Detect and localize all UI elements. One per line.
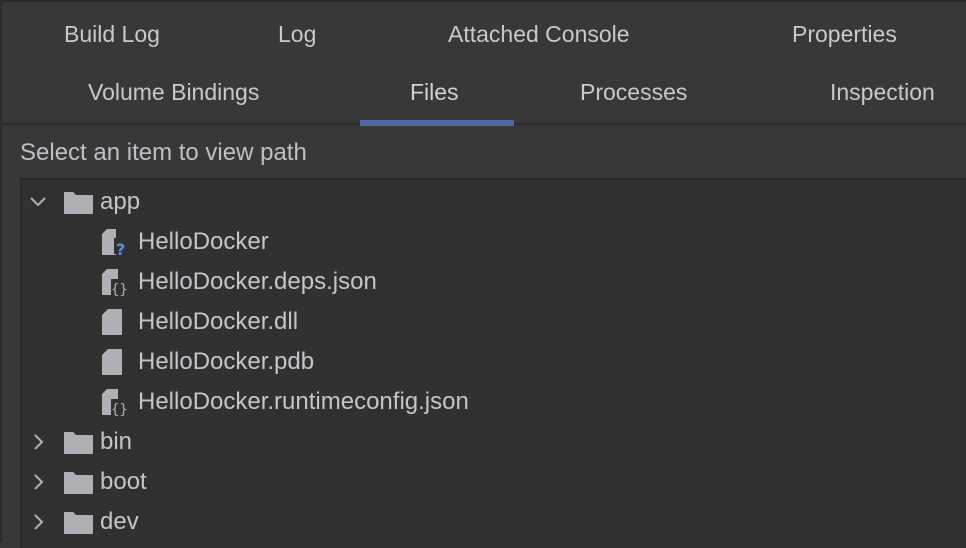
svg-text:?: ? xyxy=(116,240,125,256)
tab-bar: Build Log Log Attached Console Propertie… xyxy=(2,4,966,126)
tab-files[interactable]: Files xyxy=(410,81,459,104)
tree-item-label: HelloDocker xyxy=(138,228,269,255)
active-tab-indicator xyxy=(360,120,514,126)
tab-attached-console[interactable]: Attached Console xyxy=(448,23,630,46)
folder-icon xyxy=(64,512,93,534)
tree-item-file[interactable]: {} HelloDocker.runtimeconfig.json xyxy=(22,382,966,422)
tree-item-label: app xyxy=(100,188,141,215)
file-tree[interactable]: app ? HelloDocker {} HelloDocker.deps.js… xyxy=(20,178,966,548)
tree-item-folder[interactable]: app xyxy=(22,182,966,222)
tree-item-label: HelloDocker.pdb xyxy=(138,348,315,375)
json-file-icon: {} xyxy=(102,269,128,296)
tab-properties[interactable]: Properties xyxy=(792,23,897,46)
tree-item-label: HelloDocker.dll xyxy=(138,308,299,335)
files-panel: Build Log Log Attached Console Propertie… xyxy=(0,0,966,548)
folder-icon xyxy=(64,472,93,494)
tab-inspection[interactable]: Inspection xyxy=(830,81,935,104)
tab-volume-bindings[interactable]: Volume Bindings xyxy=(88,81,259,104)
folder-icon xyxy=(64,432,93,454)
file-icon xyxy=(102,309,122,335)
chevron-right-icon[interactable] xyxy=(28,432,48,452)
tree-item-file[interactable]: HelloDocker.pdb xyxy=(22,342,966,382)
svg-text:{}: {} xyxy=(111,282,128,296)
chevron-down-icon[interactable] xyxy=(28,192,48,212)
tree-item-label: HelloDocker.deps.json xyxy=(138,268,377,295)
folder-icon xyxy=(64,192,93,214)
tree-item-folder[interactable]: bin xyxy=(22,422,966,462)
tree-item-file[interactable]: ? HelloDocker xyxy=(22,222,966,262)
file-icon xyxy=(102,349,122,375)
svg-text:{}: {} xyxy=(111,402,128,416)
tree-item-file[interactable]: {} HelloDocker.deps.json xyxy=(22,262,966,302)
path-label: Select an item to view path xyxy=(20,139,307,166)
tab-processes[interactable]: Processes xyxy=(580,81,687,104)
tree-item-folder[interactable]: boot xyxy=(22,462,966,502)
unknown-file-icon: ? xyxy=(102,229,125,256)
tab-log[interactable]: Log xyxy=(278,23,316,46)
tree-item-folder[interactable]: dev xyxy=(22,502,966,542)
tree-item-file[interactable]: HelloDocker.dll xyxy=(22,302,966,342)
chevron-right-icon[interactable] xyxy=(28,472,48,492)
tab-build-log[interactable]: Build Log xyxy=(64,23,160,46)
json-file-icon: {} xyxy=(102,389,128,416)
tree-item-label: boot xyxy=(100,468,147,495)
tree-item-label: bin xyxy=(100,428,133,455)
chevron-right-icon[interactable] xyxy=(28,512,48,532)
tree-item-label: HelloDocker.runtimeconfig.json xyxy=(138,388,469,415)
tree-item-label: dev xyxy=(100,508,139,535)
